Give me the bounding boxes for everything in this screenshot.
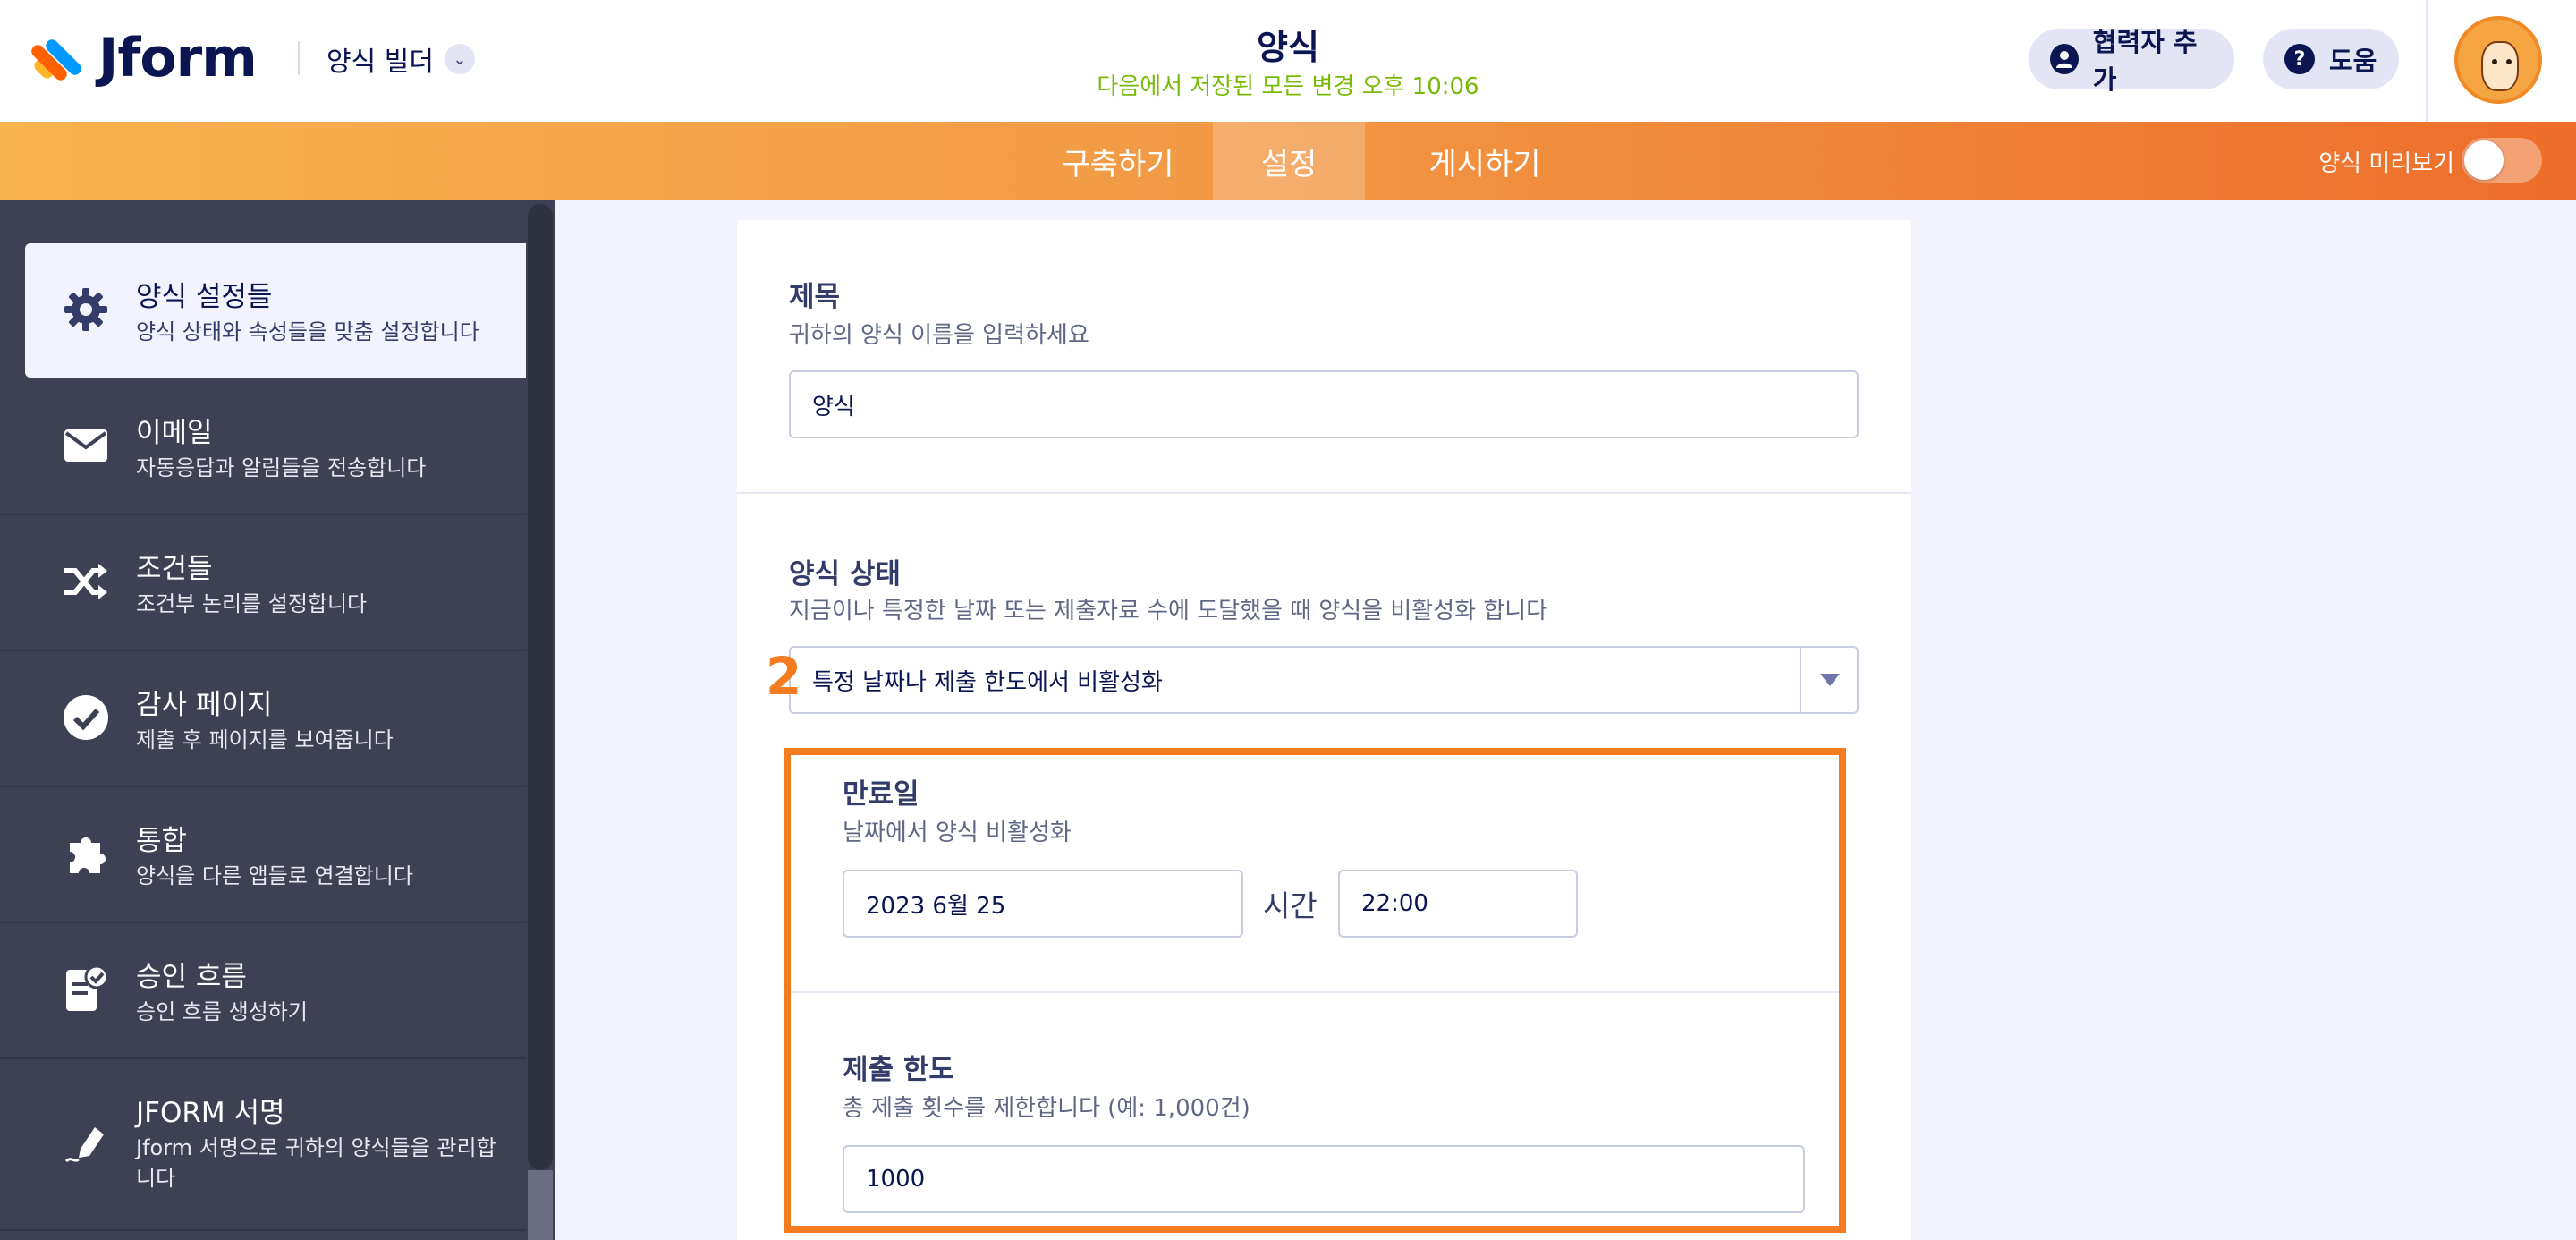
step-marker-2: 2 xyxy=(766,646,802,707)
shuffle-icon xyxy=(59,555,113,608)
sidebar-item-desc: 자동응답과 알림들을 전송합니다 xyxy=(136,455,427,480)
gear-icon xyxy=(59,283,113,336)
sidebar-item-desc: 조건부 논리를 설정합니다 xyxy=(136,591,368,616)
sidebar-item-desc: 승인 흐름 생성하기 xyxy=(136,999,308,1024)
form-status-select[interactable]: 특정 날짜나 제출 한도에서 비활성화 xyxy=(789,646,1859,714)
box-divider xyxy=(791,991,1839,993)
form-title-input[interactable]: 양식 xyxy=(789,370,1859,438)
sidebar-item-integrations[interactable]: 통합 양식을 다른 앱들로 연결합니다 xyxy=(0,787,526,923)
sidebar-item-desc: Jform 서명으로 귀하의 양식들을 관리합니다 xyxy=(136,1135,496,1191)
sidebar-item-conditions[interactable]: 조건들 조건부 논리를 설정합니다 xyxy=(0,515,526,651)
sidebar-item-label: 통합 xyxy=(136,825,188,857)
title-label: 제목 xyxy=(789,281,841,313)
sidebar-item-desc: 양식 상태와 속성들을 맞춤 설정합니다 xyxy=(136,319,479,344)
sidebar-item-desc: 제출 후 페이지를 보여줍니다 xyxy=(136,727,394,752)
submission-limit-desc: 총 제출 횟수를 제한합니다 (예: 1,000건) xyxy=(843,1095,1250,1122)
sidebar-item-email[interactable]: 이메일 자동응답과 알림들을 전송합니다 xyxy=(0,379,526,515)
tab-settings[interactable]: 설정 xyxy=(1213,122,1365,200)
time-label: 시간 xyxy=(1263,888,1318,923)
caret-down-icon[interactable] xyxy=(1800,646,1859,714)
calendar-button[interactable] xyxy=(1209,870,1243,938)
section-divider xyxy=(737,492,1911,494)
add-collaborator-button[interactable]: 협력자 추가 xyxy=(2029,27,2234,95)
expiry-date-desc: 날짜에서 양식 비활성화 xyxy=(843,820,1072,846)
approval-icon xyxy=(59,963,113,1016)
user-icon xyxy=(2050,44,2079,74)
avatar[interactable] xyxy=(2454,16,2542,104)
sidebar-item-desc: 양식을 다른 앱들로 연결합니다 xyxy=(136,863,413,888)
main-nav-bar: 구축하기 설정 게시하기 양식 미리보기 xyxy=(0,122,2576,200)
sidebar-item-label: 양식 설정들 xyxy=(136,281,273,313)
add-collaborator-label: 협력자 추가 xyxy=(2092,27,2198,95)
tab-build[interactable]: 구축하기 xyxy=(1038,122,1199,200)
help-button[interactable]: ? 도움 xyxy=(2263,29,2399,89)
top-header: Jform 양식 빌더 ⌄ 양식 다음에서 저장된 모든 변경 오후 10:06… xyxy=(0,0,2576,122)
form-preview-label: 양식 미리보기 xyxy=(2318,149,2454,177)
sidebar-item-jform-sign[interactable]: JFORM 서명 Jform 서명으로 귀하의 양식들을 관리합니다 xyxy=(0,1059,526,1231)
help-icon: ? xyxy=(2284,44,2315,74)
title-desc: 귀하의 양식 이름을 입력하세요 xyxy=(789,322,1089,349)
avatar-divider xyxy=(2426,0,2428,122)
signature-pen-icon xyxy=(59,1117,113,1170)
puzzle-icon xyxy=(59,827,113,880)
form-status-label: 양식 상태 xyxy=(789,558,901,590)
sidebar-item-label: 이메일 xyxy=(136,417,213,449)
sidebar-item-form-settings[interactable]: 양식 설정들 양식 상태와 속성들을 맞춤 설정합니다 xyxy=(25,243,526,378)
tab-publish[interactable]: 게시하기 xyxy=(1395,122,1574,200)
sidebar-scrollbar-track xyxy=(528,1170,553,1240)
check-circle-icon xyxy=(59,691,113,744)
sidebar-item-thank-you-page[interactable]: 감사 페이지 제출 후 페이지를 보여줍니다 xyxy=(0,651,526,787)
submission-limit-input[interactable]: 1000 xyxy=(843,1145,1805,1213)
sidebar-item-approval-flows[interactable]: 승인 흐름 승인 흐름 생성하기 xyxy=(0,923,526,1059)
sidebar-item-label: 조건들 xyxy=(136,553,213,585)
form-status-selected: 특정 날짜나 제출 한도에서 비활성화 xyxy=(812,668,1163,696)
sidebar-scrollbar[interactable] xyxy=(528,204,553,1170)
help-label: 도움 xyxy=(2329,46,2377,76)
expiry-time-input[interactable]: 22:00 xyxy=(1338,870,1578,938)
envelope-icon xyxy=(59,419,113,472)
form-preview-toggle[interactable] xyxy=(2462,138,2542,183)
sidebar-item-label: 승인 흐름 xyxy=(136,961,247,993)
submission-limit-label: 제출 한도 xyxy=(843,1054,954,1086)
expiry-date-label: 만료일 xyxy=(843,778,919,811)
sidebar-item-label: JFORM 서명 xyxy=(136,1097,285,1129)
expiry-date-input[interactable]: 2023 6월 25 xyxy=(843,870,1211,938)
sidebar-item-label: 감사 페이지 xyxy=(136,689,273,721)
form-status-desc: 지금이나 특정한 날짜 또는 제출자료 수에 도달했을 때 양식을 비활성화 합… xyxy=(789,598,1548,624)
